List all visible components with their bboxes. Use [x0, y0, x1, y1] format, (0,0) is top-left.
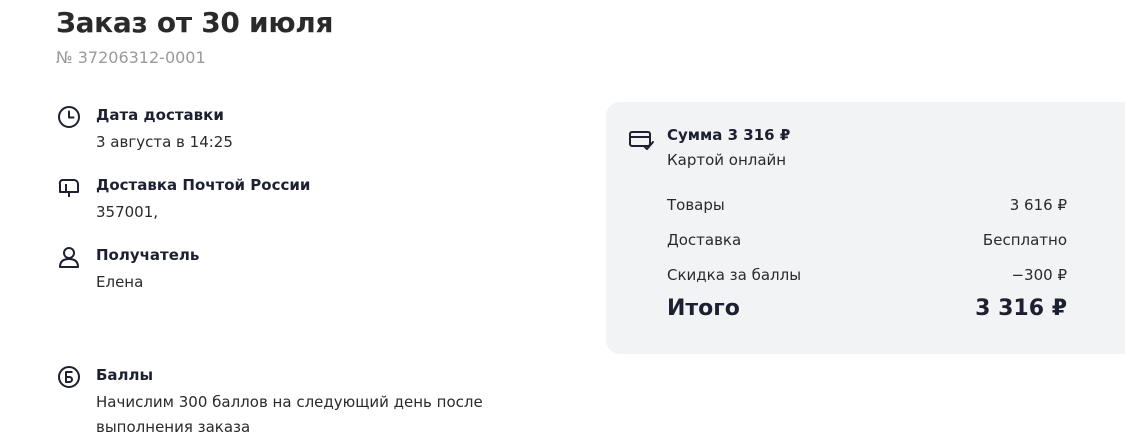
page-title: Заказ от 30 июля	[56, 6, 334, 39]
delivery-date-block: Дата доставки 3 августа в 14:25	[56, 104, 536, 154]
order-number: № 37206312-0001	[56, 48, 206, 67]
summary-row-label: Товары	[667, 196, 725, 214]
payment-summary-card: Сумма 3 316 ₽ Картой онлайн Товары 3 616…	[606, 102, 1125, 354]
order-details-page: Заказ от 30 июля № 37206312-0001 Дата до…	[0, 0, 1125, 441]
clock-icon	[56, 104, 82, 130]
sum-heading: Сумма 3 316 ₽	[667, 126, 791, 144]
bonus-coin-icon	[56, 364, 82, 390]
recipient-name: Елена	[96, 273, 144, 291]
card-check-icon	[628, 128, 656, 152]
delivery-date-value: 3 августа в 14:25	[96, 133, 233, 151]
recipient-heading: Получатель	[96, 246, 200, 264]
mailbox-icon	[56, 174, 82, 200]
bonus-block: Баллы Начислим 300 баллов на следующий д…	[56, 364, 536, 440]
summary-row-delivery: Доставка Бесплатно	[667, 231, 1067, 251]
summary-row-label: Скидка за баллы	[667, 266, 802, 284]
bonus-description: Начислим 300 баллов на следующий день по…	[96, 393, 483, 436]
summary-row-label: Доставка	[667, 231, 742, 249]
user-icon	[56, 244, 82, 270]
summary-row-amount: Бесплатно	[982, 231, 1067, 249]
delivery-date-heading: Дата доставки	[96, 106, 224, 124]
total-label: Итого	[667, 296, 740, 321]
summary-row-discount: Скидка за баллы −300 ₽	[667, 266, 1067, 286]
summary-row-amount: 3 616 ₽	[1009, 196, 1067, 214]
summary-row-amount: −300 ₽	[1011, 266, 1067, 284]
summary-total-row: Итого 3 316 ₽	[667, 296, 1067, 326]
delivery-method-heading: Доставка Почтой России	[96, 176, 311, 194]
bonus-heading: Баллы	[96, 366, 154, 384]
summary-row-goods: Товары 3 616 ₽	[667, 196, 1067, 216]
recipient-block: Получатель Елена	[56, 244, 536, 294]
delivery-address: 357001,	[96, 203, 159, 221]
total-amount: 3 316 ₽	[975, 296, 1067, 321]
delivery-method-block: Доставка Почтой России 357001,	[56, 174, 536, 224]
payment-method: Картой онлайн	[667, 151, 787, 169]
